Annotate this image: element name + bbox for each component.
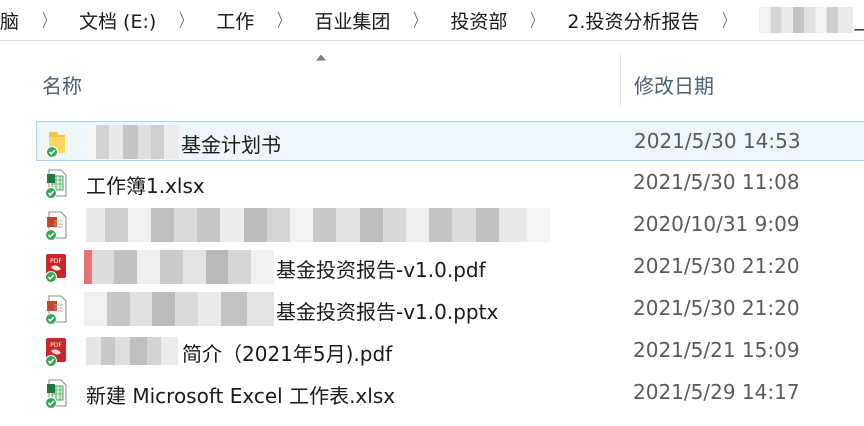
breadcrumb-item-computer[interactable]: 脑 — [0, 7, 23, 34]
file-date: 2021/5/30 21:20 — [633, 296, 800, 320]
list-item[interactable]: PDF 简介（2021年5月).pdf 2021/5/21 15:09 — [36, 331, 864, 371]
list-item[interactable]: 工作簿1.xlsx 2021/5/30 11:08 — [36, 163, 864, 203]
file-name: 新建 Microsoft Excel 工作表.xlsx — [86, 384, 396, 408]
chevron-right-icon[interactable]: 〉 — [266, 7, 302, 33]
chevron-right-icon[interactable]: 〉 — [402, 7, 438, 33]
breadcrumb-item-redacted[interactable] — [759, 7, 853, 33]
pdf-file-icon: PDF — [45, 338, 66, 367]
excel-file-icon — [45, 169, 67, 199]
chevron-right-icon[interactable]: 〉 — [168, 7, 204, 33]
chevron-right-icon[interactable]: 〉 — [519, 7, 555, 33]
file-name: 基金投资报告-v1.0.pptx — [276, 300, 499, 324]
file-date: 2021/5/29 14:17 — [633, 380, 800, 404]
column-header-date-modified[interactable]: 修改日期 — [634, 70, 714, 99]
redacted-filename — [85, 125, 179, 159]
file-date: 2021/5/30 21:20 — [633, 254, 800, 278]
svg-text:PDF: PDF — [50, 342, 62, 349]
redacted-filename — [86, 337, 178, 365]
chevron-right-icon[interactable]: 〉 — [31, 7, 67, 33]
file-name: 工作簿1.xlsx — [86, 174, 205, 198]
redacted-filename — [86, 208, 550, 242]
list-item[interactable]: PDF 基金投资报告-v1.0.pdf 2021/5/30 21:20 — [36, 247, 864, 287]
chevron-right-icon[interactable]: 〉 — [711, 7, 747, 33]
breadcrumb: 脑 〉 文档 (E:) 〉 工作 〉 百业集团 〉 投资部 〉 2.投资分析报告… — [0, 0, 864, 41]
file-name: 基金投资报告-v1.0.pdf — [276, 258, 486, 282]
excel-file-icon — [45, 379, 67, 409]
file-date: 2020/10/31 9:09 — [633, 212, 800, 236]
folder-icon — [46, 132, 65, 158]
generic-doc-icon — [45, 211, 67, 241]
breadcrumb-item-reports[interactable]: 2.投资分析报告 — [563, 7, 703, 34]
sort-ascending-icon: ▲ — [316, 53, 326, 62]
pdf-file-icon: PDF — [45, 254, 66, 283]
redacted-filename — [84, 292, 274, 326]
list-item[interactable]: 基金计划书 2021/5/30 14:53 — [36, 121, 864, 161]
file-name: 简介（2021年5月).pdf — [182, 342, 393, 366]
file-date: 2021/5/30 11:08 — [633, 170, 800, 194]
column-header-name[interactable]: 名称 — [42, 70, 82, 99]
file-date: 2021/5/30 14:53 — [634, 129, 801, 153]
file-name: 基金计划书 — [181, 133, 281, 157]
generic-doc-icon — [45, 295, 67, 325]
file-date: 2021/5/21 15:09 — [633, 338, 800, 362]
list-item[interactable]: 基金投资报告-v1.0.pptx 2021/5/30 21:20 — [36, 289, 864, 329]
svg-text:PDF: PDF — [50, 258, 62, 265]
breadcrumb-item-work[interactable]: 工作 — [212, 7, 258, 34]
breadcrumb-item-investment[interactable]: 投资部 — [446, 7, 511, 34]
breadcrumb-item-drive-e[interactable]: 文档 (E:) — [75, 7, 160, 34]
list-item[interactable]: 2020/10/31 9:09 — [36, 205, 864, 245]
list-item[interactable]: 新建 Microsoft Excel 工作表.xlsx 2021/5/29 14… — [36, 373, 864, 413]
breadcrumb-item-tail: _ — [854, 9, 864, 31]
column-divider[interactable] — [620, 54, 621, 106]
breadcrumb-item-group[interactable]: 百业集团 — [310, 7, 394, 34]
column-header: ▲ 名称 修改日期 — [0, 40, 864, 110]
redacted-filename — [84, 250, 274, 284]
